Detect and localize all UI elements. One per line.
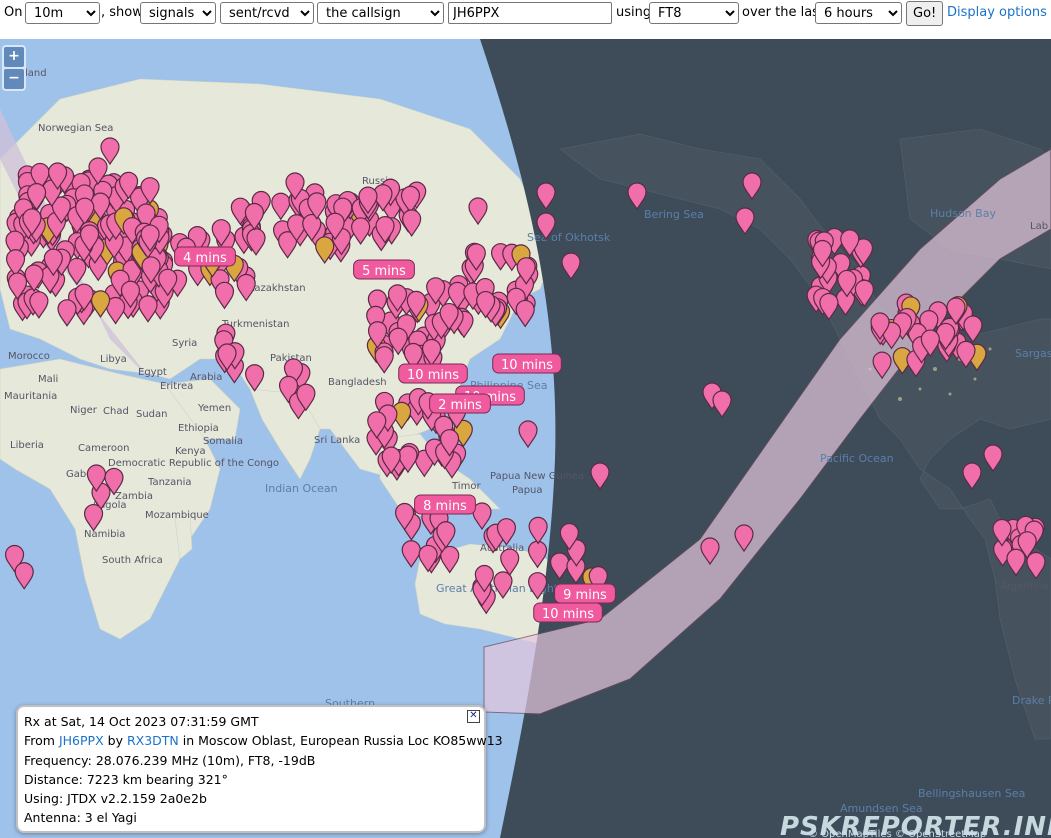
label-papua: Papua (512, 485, 543, 496)
label-niger: Niger (70, 405, 98, 416)
show-label: , show (101, 5, 143, 20)
label-zambia: Zambia (115, 491, 153, 502)
popup-frequency: Frequency: 28.076.239 MHz (10m), FT8, -1… (24, 752, 316, 768)
zoom-out-button[interactable]: − (4, 69, 24, 89)
on-label: On (4, 5, 23, 20)
svg-text:10 mins: 10 mins (501, 358, 553, 373)
label-morocco: Morocco (8, 351, 50, 362)
time-label: 10 mins (533, 602, 603, 623)
subject-select[interactable]: the callsign (317, 2, 444, 24)
label-sea-of-okhotsk: Sea of Okhotsk (527, 231, 611, 244)
using-label: using (616, 5, 652, 20)
label-mozambique: Mozambique (145, 510, 209, 521)
spot-info-popup: ✕ Rx at Sat, 14 Oct 2023 07:31:59 GMT Fr… (16, 705, 503, 833)
time-label: 10 mins (492, 353, 562, 374)
label-somalia: Somalia (203, 436, 243, 447)
time-label: 8 mins (414, 494, 476, 515)
svg-text:8 mins: 8 mins (423, 499, 467, 514)
svg-text:5 mins: 5 mins (362, 264, 406, 279)
label-yemen: Yemen (197, 403, 231, 414)
label-indian-ocean: Indian Ocean (265, 482, 338, 495)
from-callsign-link[interactable]: JH6PPX (59, 733, 104, 748)
label-chad: Chad (103, 406, 129, 417)
label-kazakhstan: Kazakhstan (248, 283, 306, 294)
zoom-in-button[interactable]: + (4, 47, 24, 67)
label-liberia: Liberia (10, 440, 44, 451)
label-mauritania: Mauritania (4, 391, 57, 402)
callsign-input[interactable] (448, 2, 612, 24)
time-label: 2 mins (429, 393, 491, 414)
query-toolbar: On 10m , show signals sent/rcvd by the c… (0, 0, 1051, 39)
popup-distance: Distance: 7223 km bearing 321° (24, 771, 228, 787)
go-button[interactable]: Go! (906, 1, 943, 26)
over-label: over the last (742, 5, 825, 20)
label-papua-new-guinea: Papua New Guinea (490, 471, 584, 482)
period-select[interactable]: 6 hours (815, 2, 902, 24)
label-eritrea: Eritrea (160, 381, 193, 392)
time-label: 10 mins (398, 363, 468, 384)
popup-from-line: From JH6PPX by RX3DTN in Moscow Oblast, … (24, 731, 503, 750)
label-syria: Syria (172, 338, 197, 349)
label-timor: Timor (451, 481, 481, 492)
label-drake-passage: Drake Passage (1012, 694, 1051, 707)
label-greenland: land (25, 68, 47, 79)
label-kenya: Kenya (175, 446, 206, 457)
label-namibia: Namibia (84, 529, 125, 540)
from-label: From (24, 733, 55, 749)
show-select[interactable]: signals (140, 2, 216, 24)
label-sargasso: Sargas (1015, 347, 1051, 360)
close-icon[interactable]: ✕ (467, 710, 480, 723)
svg-text:10 mins: 10 mins (407, 368, 459, 383)
attribution: © OpenMapTiles © OpenStreetMap (808, 829, 987, 838)
popup-antenna: Antenna: 3 el Yagi (24, 810, 137, 826)
receiver-callsign-link[interactable]: RX3DTN (127, 733, 179, 748)
popup-software: Using: JTDX v2.2.159 2a0e2b (24, 791, 207, 807)
svg-text:2 mins: 2 mins (438, 398, 482, 413)
label-norwegian-sea: Norwegian Sea (38, 123, 113, 134)
time-label: 9 mins (554, 583, 616, 604)
label-arabia: Arabia (190, 372, 222, 383)
label-hudson-bay: Hudson Bay (930, 207, 996, 220)
display-options-link[interactable]: Display options Pe (947, 5, 1051, 20)
label-egypt: Egypt (138, 367, 167, 378)
label-mali: Mali (38, 374, 58, 385)
label-sri-lanka: Sri Lanka (314, 435, 360, 446)
mode-select[interactable]: FT8 (649, 2, 739, 24)
label-argentina: Argentina (1000, 581, 1049, 592)
label-ethiopia: Ethiopia (178, 423, 219, 434)
zoom-control: + − (2, 45, 26, 91)
popup-rx-time: Rx at Sat, 14 Oct 2023 07:31:59 GMT (24, 714, 259, 729)
label-bellingshausen-sea: Bellingshausen Sea (918, 787, 1025, 800)
label-libya: Libya (100, 354, 127, 365)
label-pacific-ocean: Pacific Ocean (820, 452, 894, 465)
label-tanzania: Tanzania (147, 477, 192, 488)
label-drc: Democratic Republic of the Congo (108, 458, 279, 469)
direction-select[interactable]: sent/rcvd by (220, 2, 314, 24)
label-sudan: Sudan (136, 409, 168, 420)
time-label: 4 mins (174, 246, 236, 267)
band-select[interactable]: 10m (25, 2, 100, 24)
label-bangladesh: Bangladesh (328, 377, 387, 388)
by-label: by (107, 733, 123, 749)
label-cameroon: Cameroon (78, 443, 129, 454)
label-bering-sea: Bering Sea (644, 208, 704, 221)
receiver-location: in Moscow Oblast, European Russia Loc KO… (182, 733, 503, 749)
svg-text:10 mins: 10 mins (542, 607, 594, 622)
svg-text:4 mins: 4 mins (183, 251, 227, 266)
svg-text:9 mins: 9 mins (563, 588, 607, 603)
label-south-africa: South Africa (102, 555, 163, 566)
time-label: 5 mins (353, 259, 415, 280)
label-labrador: Lab (1030, 221, 1048, 232)
